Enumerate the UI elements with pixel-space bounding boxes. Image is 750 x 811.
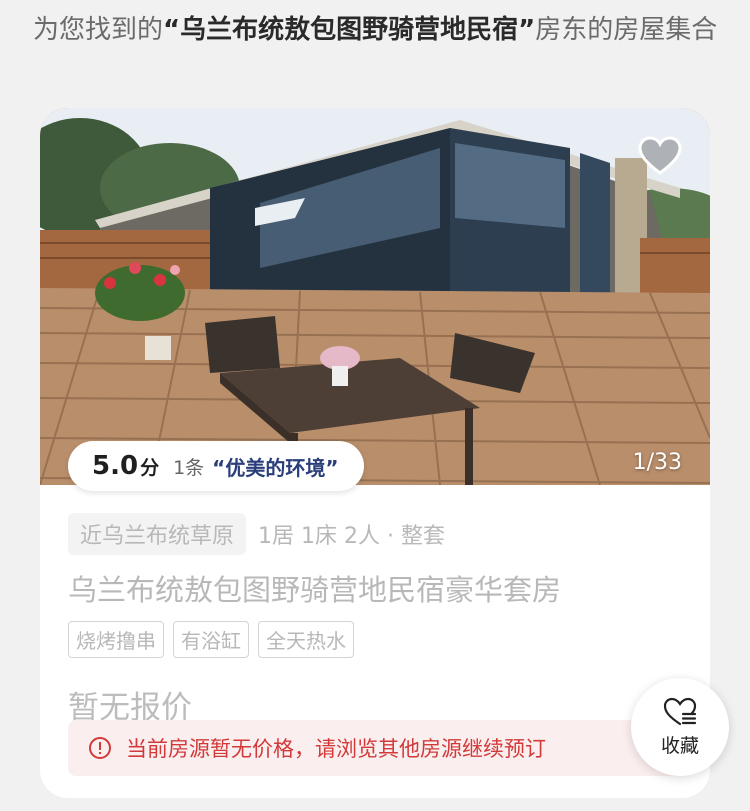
amenity-tag: 烧烤撸串	[68, 621, 164, 658]
notice-text: 当前房源暂无价格，请浏览其他房源继续预订	[126, 737, 546, 761]
heart-icon	[638, 136, 682, 175]
listing-photo[interactable]: 1/33	[40, 108, 710, 485]
listing-info: 近乌兰布统草原 1居 1床 2人 · 整套 乌兰布统敖包图野骑营地民宿豪华套房 …	[68, 513, 688, 727]
rating-score: 5.0	[92, 451, 139, 481]
heading-suffix: 房东的房屋集合	[535, 15, 718, 45]
listing-title[interactable]: 乌兰布统敖包图野骑营地民宿豪华套房	[68, 567, 688, 609]
rating-unit: 分	[140, 456, 160, 479]
favorite-button[interactable]	[638, 136, 682, 176]
amenity-tag: 全天热水	[258, 621, 354, 658]
page: 为您找到的“乌兰布统敖包图野骑营地民宿”房东的房屋集合 1/33 5.0 分 1…	[0, 0, 750, 811]
listing-card[interactable]: 1/33 5.0 分 1条 “优美的环境” 近乌兰布统草原 1居 1床 2人 ·…	[40, 108, 710, 798]
results-heading: 为您找到的“乌兰布统敖包图野骑营地民宿”房东的房屋集合	[33, 10, 733, 50]
review-count: 1条	[173, 456, 205, 479]
amenity-tags: 烧烤撸串 有浴缸 全天热水	[68, 621, 688, 658]
collect-button[interactable]: 收藏	[631, 678, 729, 776]
alert-circle-icon	[89, 737, 111, 759]
location-tag: 近乌兰布统草原	[68, 513, 247, 555]
heading-prefix: 为您找到的	[33, 15, 164, 45]
rating-pill: 5.0 分 1条 “优美的环境”	[68, 441, 365, 491]
heading-host-name: “乌兰布统敖包图野骑营地民宿”	[163, 15, 536, 45]
photo-illustration	[40, 108, 710, 485]
amenity-tag: 有浴缸	[173, 621, 249, 658]
photo-counter: 1/33	[632, 450, 682, 475]
unavailable-notice: 当前房源暂无价格，请浏览其他房源继续预订	[68, 720, 682, 776]
room-meta: 1居 1床 2人 · 整套	[258, 524, 445, 549]
review-quote: “优美的环境”	[212, 455, 339, 480]
collect-label: 收藏	[660, 734, 699, 757]
heart-list-icon	[663, 697, 697, 725]
